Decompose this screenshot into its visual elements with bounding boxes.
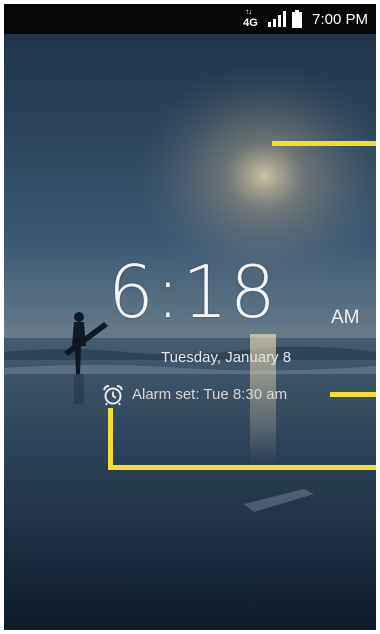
callout-line-clock bbox=[272, 141, 376, 146]
network-type-label: 4G bbox=[243, 17, 258, 29]
alarm-text: Alarm set: Tue 8:30 am bbox=[132, 386, 288, 403]
data-activity-icon: ↑↓ bbox=[245, 7, 252, 16]
alarm-status: Alarm set: Tue 8:30 am bbox=[102, 384, 287, 406]
alarm-clock-icon bbox=[103, 385, 123, 406]
status-bar: ↑↓ 4G 7:00 PM bbox=[4, 4, 376, 34]
callout-line-alarm-icon-vertical bbox=[108, 408, 113, 470]
lockscreen-ampm: AM bbox=[331, 307, 360, 328]
battery-icon bbox=[292, 10, 303, 28]
phone-screen: ↑↓ 4G 7:00 PM 6:18 AM Tuesday, January 8… bbox=[4, 4, 376, 630]
status-bar-time: 7:00 PM bbox=[312, 10, 368, 28]
callout-line-alarm-icon-horizontal bbox=[108, 465, 376, 470]
lockscreen-clock: 6:18 bbox=[108, 250, 278, 334]
network-type-indicator: ↑↓ 4G bbox=[242, 8, 262, 30]
lockscreen-date: Tuesday, January 8 bbox=[161, 349, 292, 366]
signal-bars-icon bbox=[268, 11, 287, 27]
callout-line-alarm bbox=[330, 392, 376, 397]
